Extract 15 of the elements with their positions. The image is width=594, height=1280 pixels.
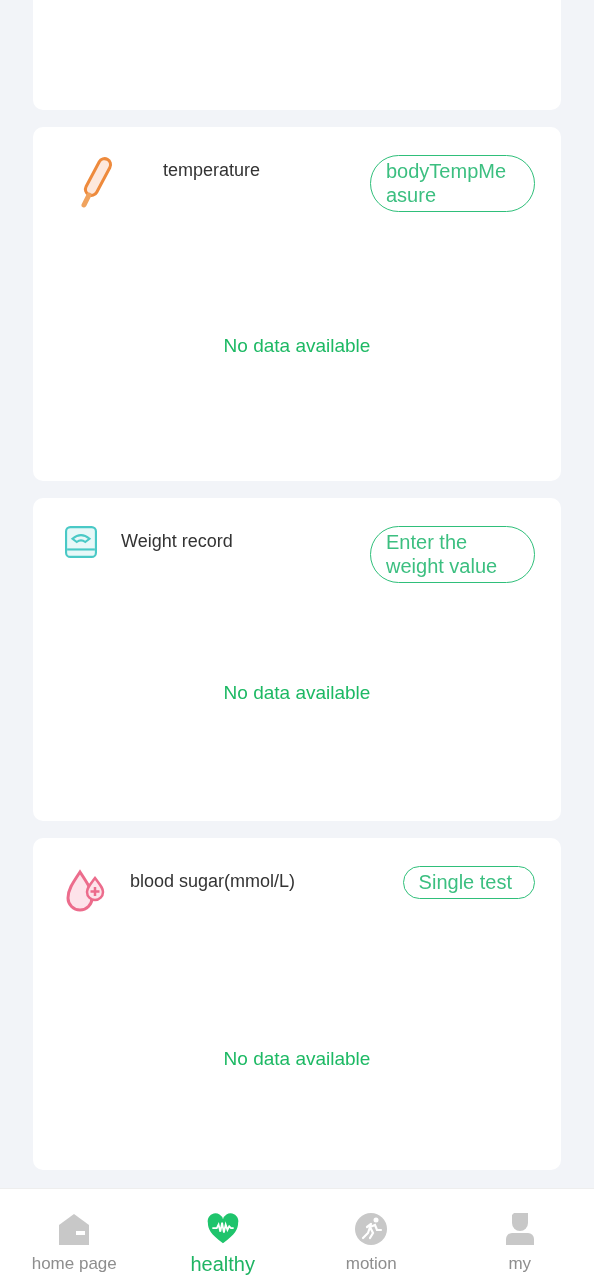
action-button[interactable]: bodyTempMeasure (370, 155, 535, 212)
empty-message: No data available (222, 334, 372, 358)
nav-tab[interactable]: home page (0, 1189, 149, 1280)
empty-message: No data available (222, 681, 372, 705)
action-button[interactable]: Single test (402, 866, 535, 899)
card-title: Weight record (121, 530, 233, 553)
card-title: temperature (163, 159, 261, 182)
action-button[interactable]: Enter the weight value (370, 526, 535, 583)
card-title: blood sugar(mmol/L) (130, 870, 296, 893)
nav-tab[interactable]: motion (297, 1189, 446, 1280)
nav-tab[interactable]: healthy (148, 1189, 297, 1280)
scale-icon (65, 526, 97, 558)
runner-icon (353, 1211, 390, 1247)
empty-message: No data available (222, 1047, 372, 1071)
nav-tab[interactable]: my (445, 1189, 594, 1280)
